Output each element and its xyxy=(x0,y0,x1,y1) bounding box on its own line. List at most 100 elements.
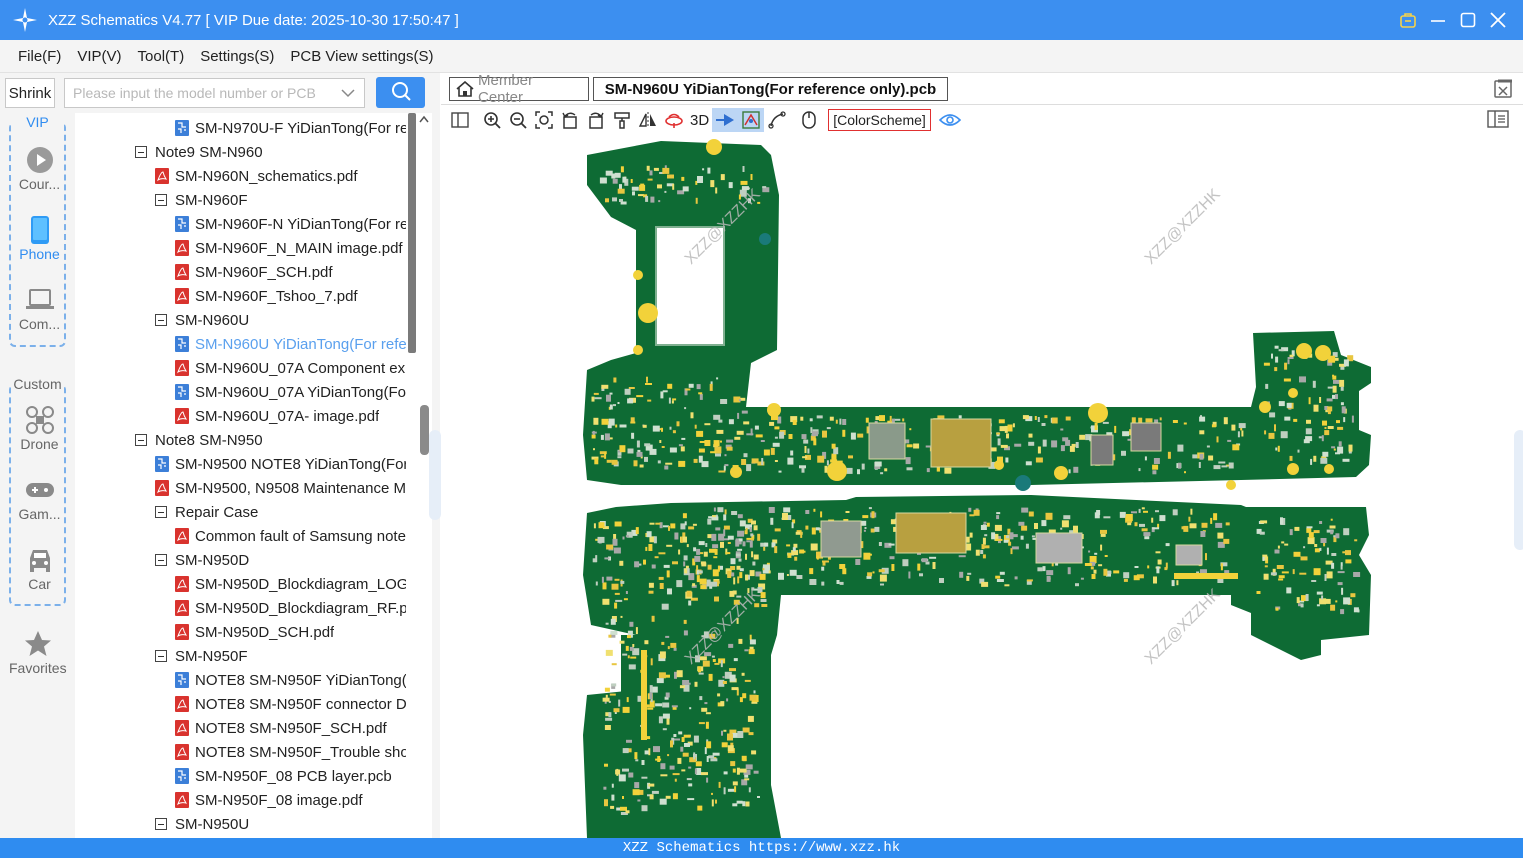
mouse-mode-icon[interactable] xyxy=(796,108,822,132)
toggle-3d-button[interactable]: 3D xyxy=(687,112,712,129)
tree-folder[interactable]: Note9 SM-N960 xyxy=(135,140,406,164)
paint-brush-icon[interactable] xyxy=(609,108,635,132)
pcb-component xyxy=(605,717,613,721)
tree-folder[interactable]: Note8 SM-N950 xyxy=(135,428,406,452)
zoom-out-icon[interactable] xyxy=(505,108,531,132)
pcb-component xyxy=(1262,557,1265,561)
right-panel-handle[interactable] xyxy=(1514,430,1523,550)
menu-settings[interactable]: Settings(S) xyxy=(192,48,282,65)
collapse-toggle-icon[interactable] xyxy=(155,650,167,662)
eye-icon[interactable] xyxy=(937,108,963,132)
tree-file[interactable]: SM-N9500, N9508 Maintenance M xyxy=(155,476,406,500)
pcb-component xyxy=(1134,566,1139,568)
pcb-component xyxy=(1322,420,1327,426)
tree-folder[interactable]: SM-N950D xyxy=(155,548,406,572)
pcb-component xyxy=(627,655,630,659)
collapse-toggle-icon[interactable] xyxy=(135,434,147,446)
tree-file[interactable]: SM-N960F_SCH.pdf xyxy=(175,260,406,284)
tab-active-pcb[interactable]: SM-N960U YiDianTong(For reference only).… xyxy=(593,77,948,101)
net-highlight-icon[interactable] xyxy=(712,108,739,132)
tree-file[interactable]: Common fault of Samsung note xyxy=(175,524,406,548)
side-panel-toggle-icon[interactable] xyxy=(1487,109,1509,131)
inner-scrollbar-thumb[interactable] xyxy=(408,113,416,353)
pcb-component xyxy=(657,756,661,762)
menu-file[interactable]: File(F) xyxy=(10,48,69,65)
fit-view-icon[interactable] xyxy=(531,108,557,132)
pcb-component xyxy=(1294,526,1300,531)
maximize-icon[interactable] xyxy=(1453,5,1483,35)
tree-file[interactable]: SM-N960F_N_MAIN image.pdf xyxy=(175,236,406,260)
pcb-canvas[interactable]: XZZ@XZZHK XZZ@XZZHK XZZ@XZZHK XZZ@XZZHK xyxy=(441,135,1523,838)
pcb-component xyxy=(995,538,1003,541)
pcb-component xyxy=(909,428,912,431)
tree-file[interactable]: SM-N960F-N YiDianTong(For re xyxy=(175,212,406,236)
search-input[interactable] xyxy=(65,79,335,107)
menu-pcb-view-settings[interactable]: PCB View settings(S) xyxy=(282,48,441,65)
tree-folder[interactable]: SM-N960U xyxy=(155,308,406,332)
pcb-component xyxy=(1270,572,1277,576)
tree-file[interactable]: SM-N9500 NOTE8 YiDianTong(For xyxy=(155,452,406,476)
category-phone[interactable]: Phone xyxy=(11,214,68,262)
tree-file[interactable]: NOTE8 SM-N950F connector Di xyxy=(175,692,406,716)
pcb-component xyxy=(1071,443,1076,447)
tree-item-label: SM-N950D xyxy=(175,551,250,569)
category-computer[interactable]: Com... xyxy=(11,284,68,332)
route-trace-icon[interactable] xyxy=(764,108,790,132)
menu-tool[interactable]: Tool(T) xyxy=(130,48,193,65)
outer-scrollbar-thumb[interactable] xyxy=(420,405,429,455)
tree-folder[interactable]: SM-N960F xyxy=(155,188,406,212)
chevron-down-icon[interactable] xyxy=(335,88,361,98)
category-drone[interactable]: Drone xyxy=(11,404,68,452)
category-game[interactable]: Gam... xyxy=(11,474,68,522)
color-scheme-button[interactable]: [ColorScheme] xyxy=(828,109,931,131)
favorites-button[interactable]: Favorites xyxy=(9,628,67,676)
tree-file[interactable]: SM-N960U YiDianTong(For refe xyxy=(175,332,406,356)
category-car[interactable]: Car xyxy=(11,544,68,592)
search-button[interactable] xyxy=(376,77,425,108)
tree-folder[interactable]: Repair Case xyxy=(155,500,406,524)
tree-folder[interactable]: SM-N950U xyxy=(155,812,406,836)
split-view-icon[interactable] xyxy=(447,108,473,132)
pcb-board-view[interactable]: XZZ@XZZHK XZZ@XZZHKXZZ@XZZHK XZZ@XZZHK xyxy=(441,135,1523,838)
collapse-toggle-icon[interactable] xyxy=(155,506,167,518)
shrink-button[interactable]: Shrink xyxy=(5,78,55,108)
tab-member-center[interactable]: Member Center xyxy=(449,72,589,106)
rotate-left-icon[interactable] xyxy=(557,108,583,132)
tree-file[interactable]: NOTE8 SM-N950F YiDianTong(I xyxy=(175,668,406,692)
tree-file[interactable]: SM-N960F_Tshoo_7.pdf xyxy=(175,284,406,308)
pcb-component xyxy=(627,398,634,404)
scroll-up-icon[interactable] xyxy=(418,113,430,127)
collapse-toggle-icon[interactable] xyxy=(155,194,167,206)
collapse-panel-handle[interactable] xyxy=(429,430,441,520)
menu-vip[interactable]: VIP(V) xyxy=(69,48,129,65)
close-all-tabs-icon[interactable] xyxy=(1493,79,1513,99)
zoom-in-icon[interactable] xyxy=(479,108,505,132)
category-course[interactable]: Cour... xyxy=(11,144,68,192)
tree-file[interactable]: SM-N950F_08 image.pdf xyxy=(175,788,406,812)
tree-file[interactable]: NOTE8 SM-N950F_SCH.pdf xyxy=(175,716,406,740)
collapse-toggle-icon[interactable] xyxy=(135,146,147,158)
vip-bag-icon[interactable] xyxy=(1393,5,1423,35)
collapse-toggle-icon[interactable] xyxy=(155,818,167,830)
tree-file[interactable]: SM-N960N_schematics.pdf xyxy=(155,164,406,188)
tree-file[interactable]: SM-N950F_08 PCB layer.pcb xyxy=(175,764,406,788)
tree-file[interactable]: SM-N960U_07A- image.pdf xyxy=(175,404,406,428)
tree-file[interactable]: SM-N960U_07A Component exp xyxy=(175,356,406,380)
pcb-component xyxy=(682,680,690,685)
layer-view-icon[interactable] xyxy=(738,108,765,132)
tree-folder[interactable]: SM-N950F xyxy=(155,644,406,668)
tree-file[interactable]: SM-N960U_07A YiDianTong(For xyxy=(175,380,406,404)
mirror-icon[interactable] xyxy=(635,108,661,132)
tree-file[interactable]: SM-N970U-F YiDianTong(For refer xyxy=(175,116,406,140)
pcb-component xyxy=(1303,546,1306,549)
minimize-icon[interactable] xyxy=(1423,5,1453,35)
tree-file[interactable]: SM-N950D_SCH.pdf xyxy=(175,620,406,644)
collapse-toggle-icon[interactable] xyxy=(155,554,167,566)
close-icon[interactable] xyxy=(1483,5,1513,35)
collapse-toggle-icon[interactable] xyxy=(155,314,167,326)
rotate-right-icon[interactable] xyxy=(583,108,609,132)
flip-board-icon[interactable] xyxy=(661,108,687,132)
tree-file[interactable]: SM-N950D_Blockdiagram_RF.pc xyxy=(175,596,406,620)
tree-file[interactable]: SM-N950D_Blockdiagram_LOGI xyxy=(175,572,406,596)
tree-file[interactable]: NOTE8 SM-N950F_Trouble shoo xyxy=(175,740,406,764)
